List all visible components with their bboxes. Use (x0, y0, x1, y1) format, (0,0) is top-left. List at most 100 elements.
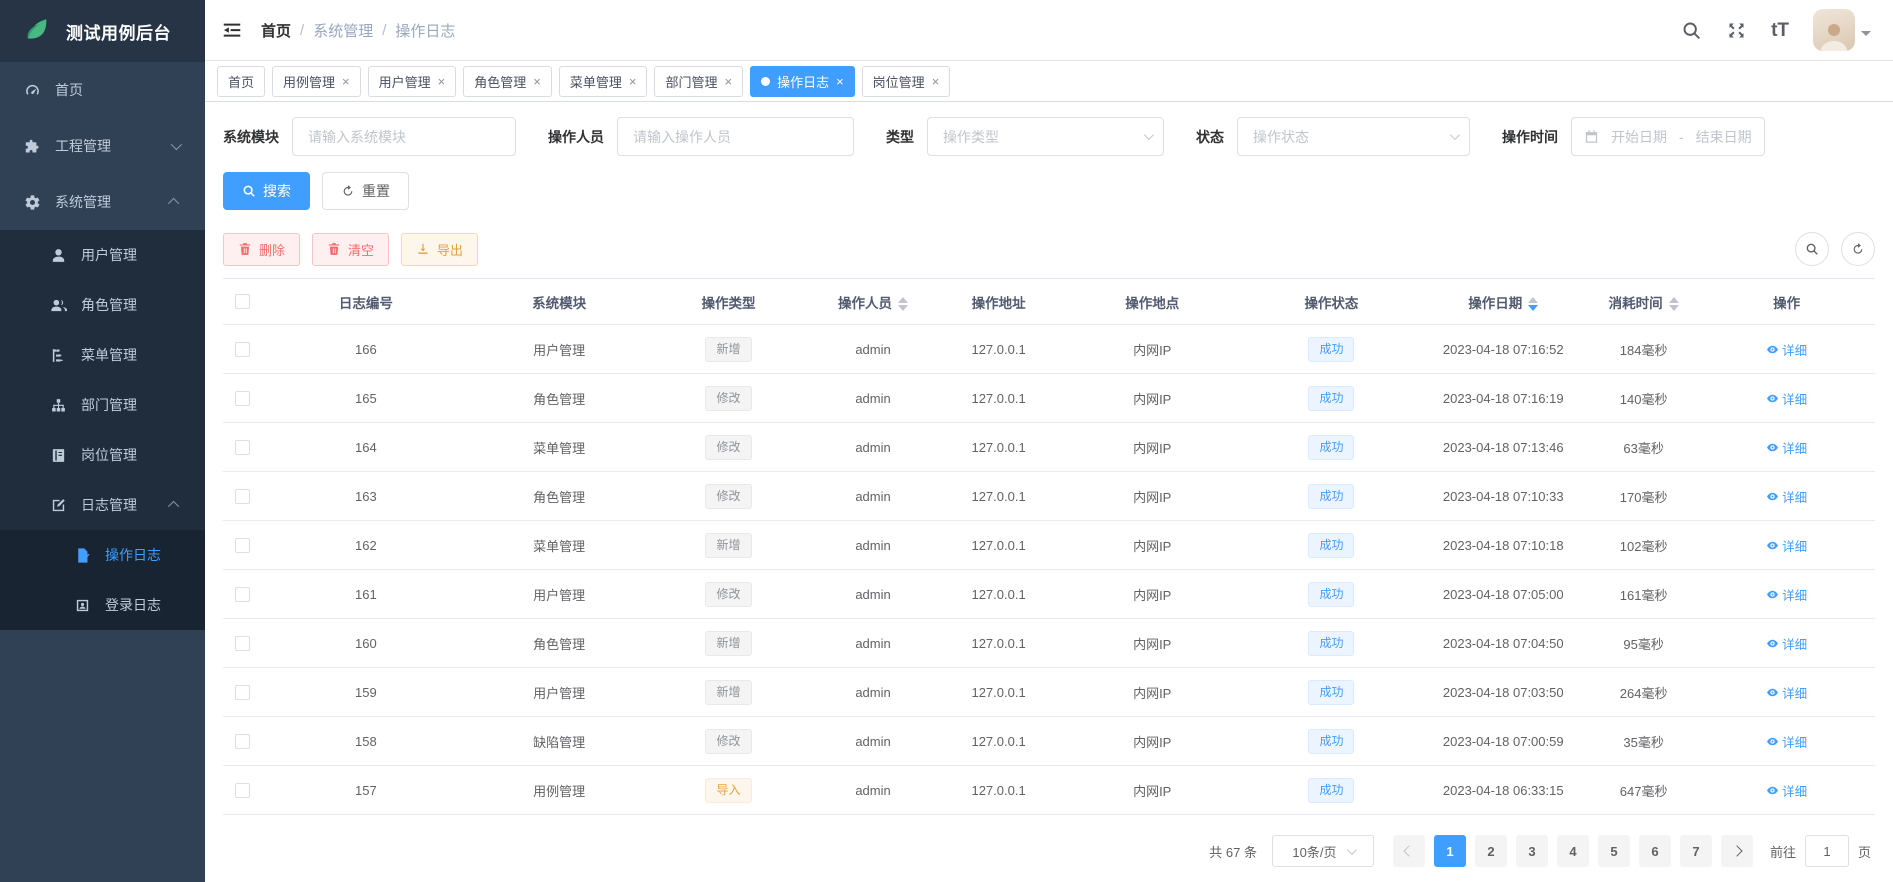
row-checkbox[interactable] (235, 636, 250, 651)
font-size-icon[interactable]: tT (1771, 21, 1789, 40)
detail-link[interactable]: 详细 (1766, 438, 1807, 457)
chevron-down-icon (1144, 130, 1154, 140)
sidebar-item-0[interactable]: 首页 (0, 62, 205, 118)
row-checkbox[interactable] (235, 734, 250, 749)
page-size-select[interactable]: 10条/页 (1272, 835, 1374, 867)
menu-tree-icon (50, 347, 67, 364)
navbar-actions: tT (1681, 9, 1871, 51)
row-checkbox[interactable] (235, 587, 250, 602)
row-checkbox[interactable] (235, 538, 250, 553)
sidebar-item-10[interactable]: 登录日志 (0, 580, 205, 630)
close-icon[interactable]: × (836, 75, 844, 88)
search-icon (1805, 242, 1819, 256)
detail-link[interactable]: 详细 (1766, 683, 1807, 702)
hamburger-icon[interactable] (221, 19, 243, 41)
cell-date: 2023-04-18 07:05:00 (1417, 570, 1589, 619)
chevron-down-icon (171, 139, 182, 150)
row-checkbox[interactable] (235, 342, 250, 357)
sidebar-item-1[interactable]: 工程管理 (0, 118, 205, 174)
page-button-1[interactable]: 1 (1434, 835, 1466, 867)
row-checkbox[interactable] (235, 489, 250, 504)
tab-3[interactable]: 角色管理× (463, 66, 552, 97)
close-icon[interactable]: × (533, 75, 541, 88)
breadcrumb-home[interactable]: 首页 (261, 20, 291, 41)
close-icon[interactable]: × (438, 75, 446, 88)
next-page-button[interactable] (1721, 835, 1753, 867)
detail-link[interactable]: 详细 (1766, 585, 1807, 604)
cell-log-id: 158 (263, 717, 470, 766)
type-select[interactable]: 操作类型 (927, 117, 1164, 156)
sort-carets-icon[interactable] (1669, 297, 1679, 311)
close-icon[interactable]: × (932, 75, 940, 88)
cell-operator: admin (808, 619, 939, 668)
page-button-5[interactable]: 5 (1598, 835, 1630, 867)
cell-location: 内网IP (1059, 521, 1246, 570)
tab-1[interactable]: 用例管理× (272, 66, 361, 97)
type-label: 类型 (886, 127, 914, 147)
tab-0[interactable]: 首页 (217, 66, 265, 97)
cell-log-id: 157 (263, 766, 470, 815)
search-icon[interactable] (1681, 20, 1702, 41)
detail-link[interactable]: 详细 (1766, 389, 1807, 408)
close-icon[interactable]: × (342, 75, 350, 88)
tab-6-active[interactable]: 操作日志× (750, 66, 855, 97)
detail-link[interactable]: 详细 (1766, 340, 1807, 359)
tab-5[interactable]: 部门管理× (654, 66, 743, 97)
table-row: 166用户管理新增admin127.0.0.1内网IP成功2023-04-18 … (223, 325, 1875, 374)
row-checkbox[interactable] (235, 685, 250, 700)
page-button-6[interactable]: 6 (1639, 835, 1671, 867)
sidebar-item-5[interactable]: 菜单管理 (0, 330, 205, 380)
goto-page-input[interactable] (1805, 835, 1849, 867)
delete-button[interactable]: 删除 (223, 233, 300, 266)
tab-7[interactable]: 岗位管理× (862, 66, 951, 97)
toggle-search-button[interactable] (1795, 232, 1829, 266)
row-checkbox[interactable] (235, 783, 250, 798)
close-icon[interactable]: × (724, 75, 732, 88)
sidebar-item-4[interactable]: 角色管理 (0, 280, 205, 330)
table-body: 166用户管理新增admin127.0.0.1内网IP成功2023-04-18 … (223, 325, 1875, 815)
sidebar-item-6[interactable]: 部门管理 (0, 380, 205, 430)
module-input[interactable] (292, 117, 516, 156)
tab-4[interactable]: 菜单管理× (559, 66, 648, 97)
prev-page-button[interactable] (1393, 835, 1425, 867)
column-header[interactable]: 消耗时间 (1589, 279, 1698, 325)
sidebar-item-9-active[interactable]: 操作日志 (0, 530, 205, 580)
breadcrumb-separator: / (300, 22, 304, 39)
refresh-table-button[interactable] (1841, 232, 1875, 266)
export-button[interactable]: 导出 (401, 233, 478, 266)
sidebar-item-7[interactable]: 岗位管理 (0, 430, 205, 480)
date-range-picker[interactable]: 开始日期 - 结束日期 (1571, 117, 1765, 156)
column-header[interactable]: 操作日期 (1417, 279, 1589, 325)
sort-carets-icon[interactable] (898, 297, 908, 311)
sidebar-item-8[interactable]: 日志管理 (0, 480, 205, 530)
tab-2[interactable]: 用户管理× (368, 66, 457, 97)
cell-cost: 170毫秒 (1589, 472, 1698, 521)
app-logo[interactable]: 测试用例后台 (0, 0, 205, 62)
page-button-4[interactable]: 4 (1557, 835, 1589, 867)
search-button[interactable]: 搜索 (223, 172, 310, 210)
detail-link[interactable]: 详细 (1766, 487, 1807, 506)
column-header[interactable]: 操作人员 (808, 279, 939, 325)
fullscreen-icon[interactable] (1726, 20, 1747, 41)
status-select[interactable]: 操作状态 (1237, 117, 1470, 156)
row-checkbox[interactable] (235, 440, 250, 455)
detail-link[interactable]: 详细 (1766, 781, 1807, 800)
clear-button[interactable]: 清空 (312, 233, 389, 266)
user-menu[interactable] (1813, 9, 1871, 51)
sidebar-item-3[interactable]: 用户管理 (0, 230, 205, 280)
close-icon[interactable]: × (629, 75, 637, 88)
select-all-checkbox[interactable] (235, 294, 250, 309)
row-checkbox[interactable] (235, 391, 250, 406)
detail-link[interactable]: 详细 (1766, 536, 1807, 555)
page-button-3[interactable]: 3 (1516, 835, 1548, 867)
operator-input[interactable] (617, 117, 854, 156)
sort-carets-icon[interactable] (1528, 297, 1538, 311)
sidebar-item-2[interactable]: 系统管理 (0, 174, 205, 230)
page-button-7[interactable]: 7 (1680, 835, 1712, 867)
detail-link[interactable]: 详细 (1766, 634, 1807, 653)
page-button-2[interactable]: 2 (1475, 835, 1507, 867)
avatar[interactable] (1813, 9, 1855, 51)
detail-link[interactable]: 详细 (1766, 732, 1807, 751)
chevron-up-icon (168, 198, 179, 209)
reset-button[interactable]: 重置 (322, 172, 409, 210)
